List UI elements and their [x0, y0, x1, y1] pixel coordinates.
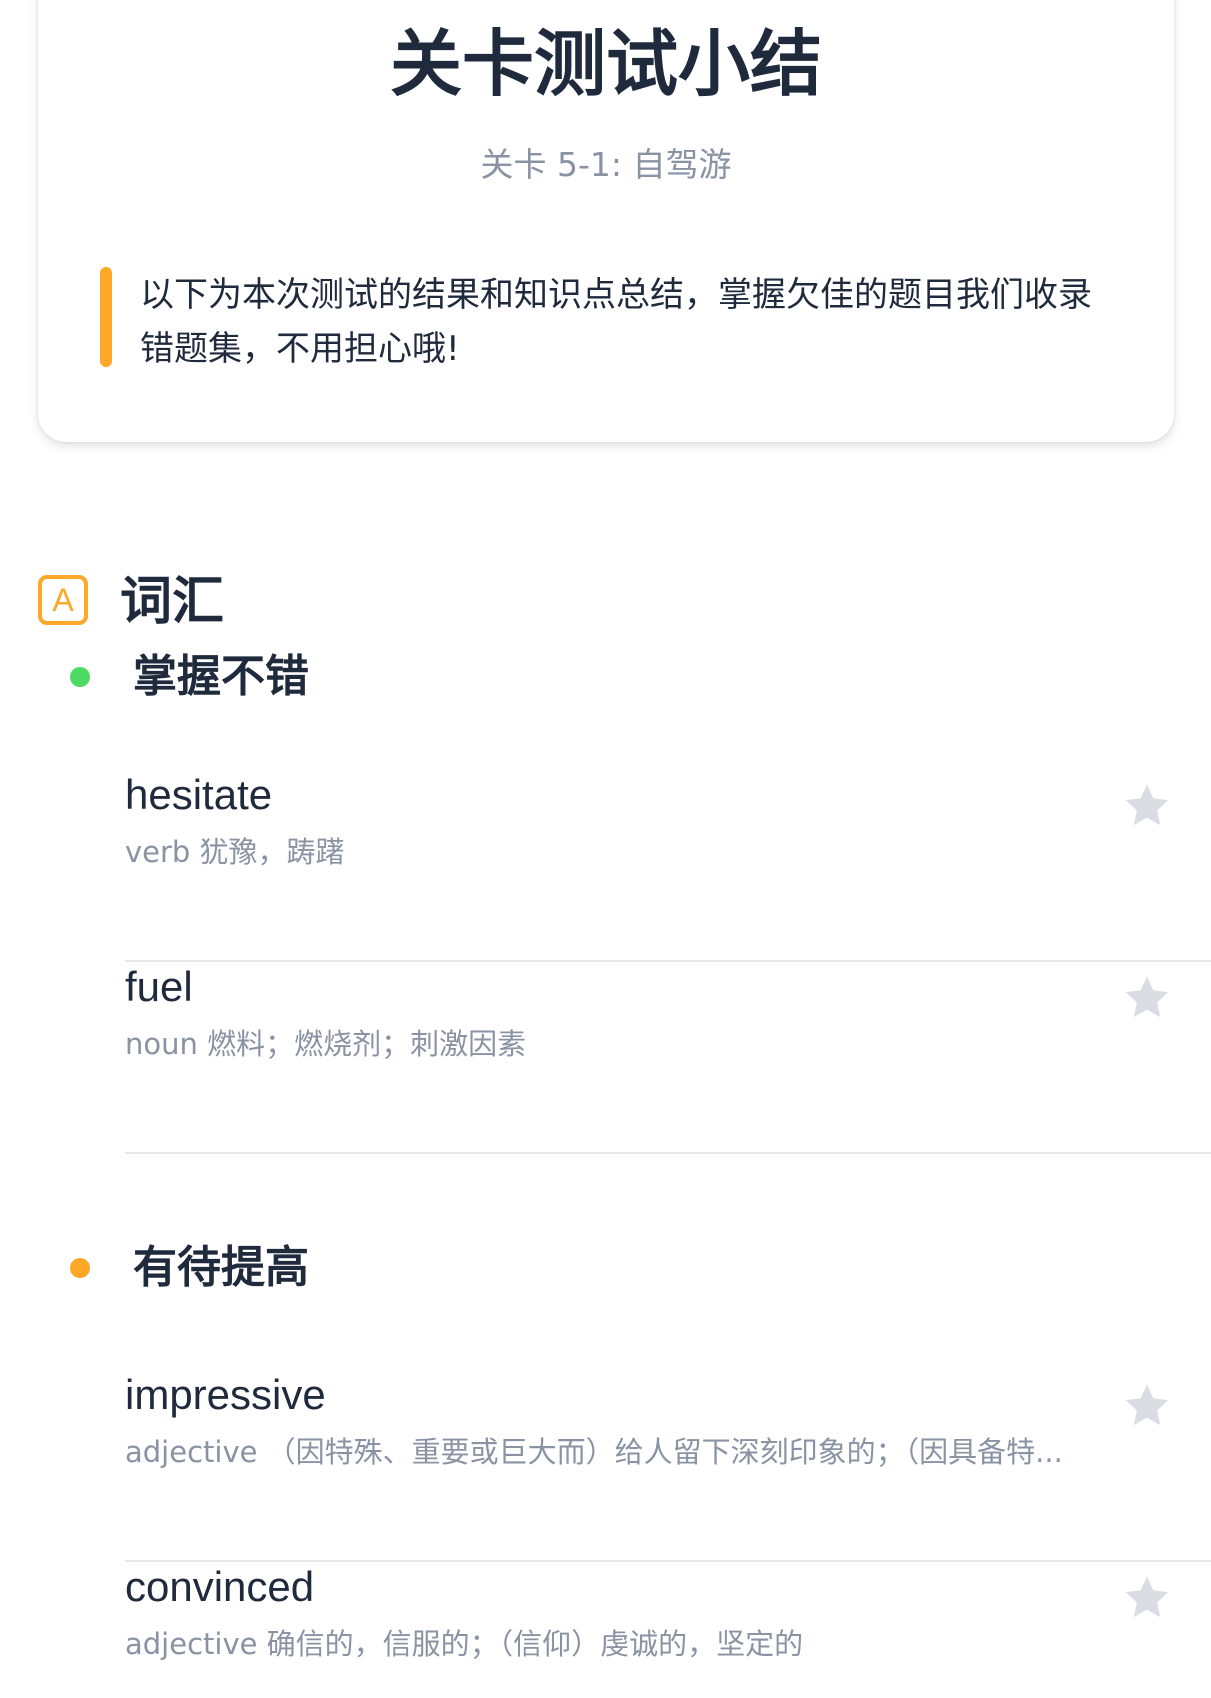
word-row[interactable]: convinced adjective 确信的，信服的；（信仰）虔诚的，坚定的 — [125, 1562, 1211, 1698]
group-status-dot — [70, 667, 90, 687]
group-title-needs-improvement: 有待提高 — [133, 1242, 309, 1293]
section-title-vocabulary: 词汇 — [120, 572, 225, 632]
word-text: impressive — [125, 1371, 326, 1418]
group-status-dot — [70, 1258, 90, 1278]
summary-card: 关卡测试小结 关卡 5-1: 自驾游 以下为本次测试的结果和知识点总结，掌握欠佳… — [38, 0, 1174, 442]
word-text: convinced — [125, 1563, 315, 1610]
note-accent-bar — [100, 267, 112, 367]
word-meaning: verb 犹豫，踌躇 — [125, 835, 345, 869]
word-row[interactable]: fuel noun 燃料；燃烧剂；刺激因素 — [125, 962, 1211, 1154]
word-meaning: adjective （因特殊、重要或巨大而）给人留下深刻印象的；（因具备特... — [125, 1435, 1063, 1469]
letter-a-icon: A — [38, 575, 88, 625]
star-icon[interactable] — [1121, 780, 1173, 832]
level-subtitle: 关卡 5-1: 自驾游 — [480, 145, 732, 184]
summary-note: 以下为本次测试的结果和知识点总结，掌握欠佳的题目我们收录错题集，不用担心哦! — [140, 275, 1092, 369]
word-row[interactable]: impressive adjective （因特殊、重要或巨大而）给人留下深刻印… — [125, 1370, 1211, 1562]
star-icon[interactable] — [1121, 1380, 1173, 1432]
star-icon[interactable] — [1121, 1572, 1173, 1624]
page-title: 关卡测试小结 — [389, 22, 822, 106]
word-text: hesitate — [125, 771, 273, 818]
word-meaning: noun 燃料；燃烧剂；刺激因素 — [125, 1027, 527, 1061]
word-row[interactable]: hesitate verb 犹豫，踌躇 — [125, 770, 1211, 962]
word-meaning: adjective 确信的，信服的；（信仰）虔诚的，坚定的 — [125, 1627, 804, 1661]
star-icon[interactable] — [1121, 972, 1173, 1024]
group-title-good: 掌握不错 — [133, 651, 309, 702]
word-text: fuel — [125, 963, 193, 1010]
divider — [125, 1152, 1211, 1154]
